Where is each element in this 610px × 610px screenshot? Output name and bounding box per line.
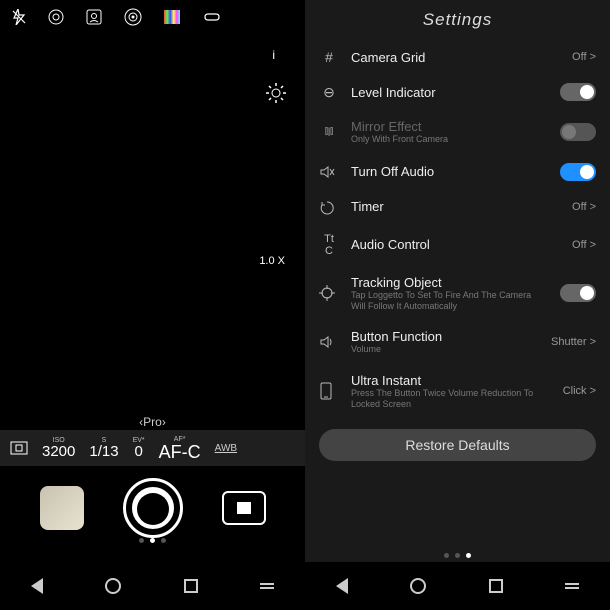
mute-icon xyxy=(319,164,339,180)
setting-label: Audio Control xyxy=(351,237,560,252)
crosshair-icon xyxy=(319,285,339,301)
info-indicator: i xyxy=(272,48,275,62)
nav-bar xyxy=(0,562,305,610)
settings-title: Settings xyxy=(305,0,610,40)
timer-icon xyxy=(319,199,339,215)
dot-active xyxy=(466,553,471,558)
setting-value: Off > xyxy=(572,201,596,213)
setting-value: Click > xyxy=(563,385,596,397)
recent-icon[interactable] xyxy=(184,579,198,593)
ev-control[interactable]: EV* 0 xyxy=(133,437,145,459)
home-icon[interactable] xyxy=(105,578,121,594)
mode-label[interactable]: ‹Pro› xyxy=(139,415,166,429)
setting-subtitle: Volume xyxy=(351,344,539,355)
grid-icon: # xyxy=(319,49,339,65)
setting-label: Ultra Instant xyxy=(351,373,551,388)
setting-value: Off > xyxy=(572,51,596,63)
pro-controls: ISO 3200 S 1/13 EV* 0 AF* AF-C AWB xyxy=(0,430,305,466)
setting-tracking-object[interactable]: Tracking Object Tap Loggetto To Set To F… xyxy=(319,266,596,321)
shutter-row xyxy=(0,470,305,546)
toggle[interactable] xyxy=(560,83,596,101)
setting-label: Turn Off Audio xyxy=(351,164,548,179)
setting-label: Tracking Object xyxy=(351,275,548,290)
level-icon: ⊖ xyxy=(319,84,339,101)
setting-subtitle: Tap Loggetto To Set To Fire And The Came… xyxy=(351,290,548,312)
setting-button-function[interactable]: Button Function Volume Shutter > xyxy=(319,320,596,364)
color-icon[interactable] xyxy=(164,10,180,24)
home-icon[interactable] xyxy=(410,578,426,594)
dot xyxy=(139,538,144,543)
awb-control[interactable]: AWB xyxy=(215,443,237,454)
filter-icon[interactable] xyxy=(124,8,142,26)
setting-subtitle: Press The Button Twice Volume Reduction … xyxy=(351,388,551,410)
flash-icon[interactable] xyxy=(12,9,26,25)
speaker-icon xyxy=(319,334,339,350)
back-icon[interactable] xyxy=(31,578,43,594)
shutter-value: 1/13 xyxy=(89,444,118,459)
drawer-icon[interactable] xyxy=(260,583,274,589)
aperture-icon[interactable] xyxy=(48,9,64,25)
ev-value: 0 xyxy=(134,444,142,459)
toggle[interactable] xyxy=(560,284,596,302)
iso-control[interactable]: ISO 3200 xyxy=(42,437,75,459)
setting-value: Off > xyxy=(572,239,596,251)
setting-label: Timer xyxy=(351,199,560,214)
setting-label: Button Function xyxy=(351,329,539,344)
back-icon[interactable] xyxy=(336,578,348,594)
gear-icon[interactable] xyxy=(265,82,287,104)
top-toolbar xyxy=(0,0,305,34)
settings-list: # Camera Grid Off > ⊖ Level Indicator ⫿|… xyxy=(305,40,610,419)
setting-value: Shutter > xyxy=(551,336,596,348)
drawer-icon[interactable] xyxy=(565,583,579,589)
shutter-speed-control[interactable]: S 1/13 xyxy=(89,437,118,459)
setting-label: Mirror Effect xyxy=(351,119,548,134)
setting-timer[interactable]: Timer Off > xyxy=(319,190,596,224)
settings-panel: Settings # Camera Grid Off > ⊖ Level Ind… xyxy=(305,0,610,610)
dot xyxy=(161,538,166,543)
setting-mirror-effect: ⫿|⫿ Mirror Effect Only With Front Camera xyxy=(319,110,596,154)
page-dots xyxy=(0,538,305,543)
restore-defaults-button[interactable]: Restore Defaults xyxy=(319,429,596,461)
loop-icon[interactable] xyxy=(202,12,222,22)
af-value: AF-C xyxy=(159,443,201,461)
text-icon: Tt C xyxy=(319,233,339,257)
setting-audio-control[interactable]: Tt C Audio Control Off > xyxy=(319,224,596,266)
gallery-thumbnail[interactable] xyxy=(40,486,84,530)
restore-row: Restore Defaults xyxy=(319,429,596,461)
video-button[interactable] xyxy=(222,491,266,525)
metering-icon[interactable] xyxy=(10,441,28,455)
toggle xyxy=(560,123,596,141)
zoom-label: 1.0 X xyxy=(259,255,285,267)
setting-subtitle: Only With Front Camera xyxy=(351,134,548,145)
recent-icon[interactable] xyxy=(489,579,503,593)
dot xyxy=(444,553,449,558)
dot-active xyxy=(150,538,155,543)
page-dots xyxy=(305,553,610,558)
setting-level-indicator[interactable]: ⊖ Level Indicator xyxy=(319,74,596,110)
phone-icon xyxy=(319,382,339,400)
setting-ultra-instant[interactable]: Ultra Instant Press The Button Twice Vol… xyxy=(319,364,596,419)
setting-label: Level Indicator xyxy=(351,85,548,100)
mirror-icon: ⫿|⫿ xyxy=(319,126,339,137)
face-icon[interactable] xyxy=(86,9,102,25)
toggle-on[interactable] xyxy=(560,163,596,181)
camera-panel: i 1.0 X ‹Pro› ISO 3200 S 1/13 EV* 0 AF* … xyxy=(0,0,305,610)
shutter-button[interactable] xyxy=(123,478,183,538)
nav-bar xyxy=(305,562,610,610)
setting-label: Camera Grid xyxy=(351,50,560,65)
setting-turn-off-audio[interactable]: Turn Off Audio xyxy=(319,154,596,190)
setting-camera-grid[interactable]: # Camera Grid Off > xyxy=(319,40,596,74)
iso-value: 3200 xyxy=(42,444,75,459)
dot xyxy=(455,553,460,558)
af-control[interactable]: AF* AF-C xyxy=(159,436,201,461)
